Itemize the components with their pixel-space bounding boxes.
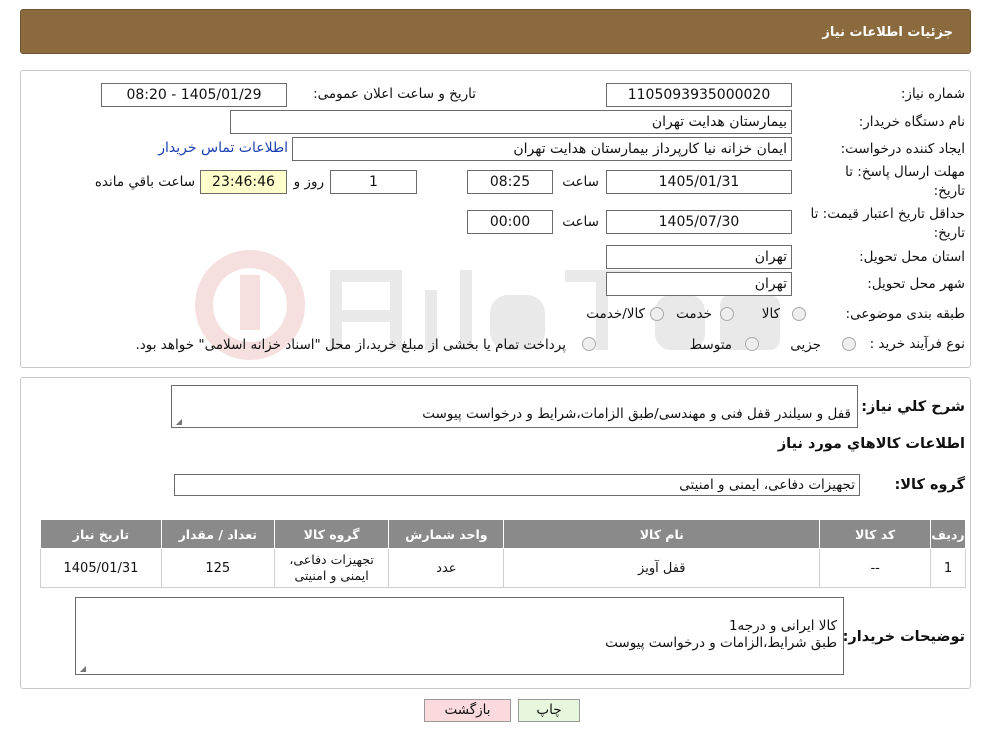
cell-goods-code: -- xyxy=(819,548,932,588)
province-field[interactable]: تهران xyxy=(606,245,792,269)
deadline-label-date: تاریخ: xyxy=(933,183,965,199)
col-goods-name: نام کالا xyxy=(503,519,821,549)
page-header: جزئیات اطلاعات نیاز xyxy=(20,9,971,54)
cell-goods-group: تجهیزات دفاعی، ایمنی و امنیتی xyxy=(273,548,390,588)
purchase-medium-radio[interactable] xyxy=(745,337,759,351)
price-validity-label: حداقل تاریخ اعتبار قیمت: تا xyxy=(810,206,965,222)
deadline-date-field[interactable]: 1405/01/31 xyxy=(606,170,792,194)
purchase-medium-label: متوسط xyxy=(689,337,732,353)
table-row[interactable]: 1 -- قفل آویز عدد تجهیزات دفاعی، ایمنی و… xyxy=(40,548,966,588)
purchase-minor-label: جزیی xyxy=(790,337,821,353)
summary-text: قفل و سیلندر قفل فنی و مهندسی/طبق الزاما… xyxy=(422,406,851,422)
cell-unit: عدد xyxy=(388,548,505,588)
resize-grip-icon[interactable]: ◢ xyxy=(174,418,182,426)
buyer-org-label: نام دستگاه خریدار: xyxy=(858,114,965,130)
cell-need-date: 1405/01/31 xyxy=(40,548,162,588)
category-goods-radio[interactable] xyxy=(792,307,806,321)
col-row-number: ردیف xyxy=(930,519,966,549)
cell-quantity: 125 xyxy=(160,548,275,588)
deadline-time-field[interactable]: 08:25 xyxy=(467,170,553,194)
category-both-radio[interactable] xyxy=(650,307,664,321)
category-label: طبقه بندی موضوعی: xyxy=(845,306,965,322)
buyer-contact-link[interactable]: اطلاعات تماس خریدار xyxy=(158,140,288,156)
print-button[interactable]: چاپ xyxy=(518,699,580,722)
summary-textarea[interactable]: قفل و سیلندر قفل فنی و مهندسی/طبق الزاما… xyxy=(171,385,858,428)
col-quantity: تعداد / مقدار xyxy=(160,519,275,549)
resize-grip-icon[interactable]: ◢ xyxy=(78,665,86,673)
remaining-time-field[interactable]: 23:46:46 xyxy=(200,170,287,194)
remaining-days-field[interactable]: 1 xyxy=(330,170,417,194)
price-validity-date-field[interactable]: 1405/07/30 xyxy=(606,210,792,234)
goods-table-header: ردیف کد کالا نام کالا واحد شمارش گروه کا… xyxy=(40,519,966,549)
buyer-notes-text: کالا ایرانی و درجه1 طبق شرایط،الزامات و … xyxy=(605,618,837,651)
need-number-label: شماره نیاز: xyxy=(900,86,965,102)
col-unit: واحد شمارش xyxy=(388,519,505,549)
purchase-minor-radio[interactable] xyxy=(842,337,856,351)
deadline-label: مهلت ارسال پاسخ: تا xyxy=(845,164,965,180)
col-goods-code: کد کالا xyxy=(819,519,932,549)
price-validity-time-field[interactable]: 00:00 xyxy=(467,210,553,234)
treasury-payment-checkbox[interactable] xyxy=(582,337,596,351)
purchase-type-label: نوع فرآیند خرید : xyxy=(869,336,965,352)
category-both-label: کالا/خدمت xyxy=(586,306,645,322)
buyer-notes-label: توضیحات خریدار: xyxy=(842,629,965,645)
province-label: استان محل تحویل: xyxy=(859,249,965,265)
deadline-time-label: ساعت xyxy=(562,174,599,190)
goods-info-title: اطلاعات کالاهاي مورد نياز xyxy=(777,436,965,452)
remaining-label: ساعت باقي مانده xyxy=(94,174,195,190)
goods-group-field[interactable]: تجهیزات دفاعی، ایمنی و امنیتی xyxy=(174,474,860,496)
goods-table: ردیف کد کالا نام کالا واحد شمارش گروه کا… xyxy=(40,519,966,588)
requester-field[interactable]: ایمان خزانه نیا کارپرداز بیمارستان هدایت… xyxy=(292,137,792,161)
price-validity-label-date: تاریخ: xyxy=(933,225,965,241)
page-title: جزئیات اطلاعات نیاز xyxy=(822,25,953,40)
category-service-label: خدمت xyxy=(676,306,712,322)
summary-label: شرح کلي نياز: xyxy=(861,399,965,415)
city-field[interactable]: تهران xyxy=(606,272,792,296)
col-need-date: تاریخ نیاز xyxy=(40,519,162,549)
day-label: روز و xyxy=(293,174,324,190)
category-service-radio[interactable] xyxy=(720,307,734,321)
need-number-field[interactable]: 1105093935000020 xyxy=(606,83,792,107)
announce-datetime-field[interactable]: 1405/01/29 - 08:20 xyxy=(101,83,287,107)
goods-group-label: گروه کالا: xyxy=(894,477,965,493)
requester-label: ایجاد کننده درخواست: xyxy=(840,141,965,157)
col-goods-group: گروه کالا xyxy=(273,519,390,549)
buyer-org-field[interactable]: بیمارستان هدایت تهران xyxy=(230,110,792,134)
price-validity-time-label: ساعت xyxy=(562,214,599,230)
back-button[interactable]: بازگشت xyxy=(424,699,511,722)
treasury-payment-note: پرداخت تمام یا بخشی از مبلغ خرید،از محل … xyxy=(135,337,566,353)
announce-label: تاریخ و ساعت اعلان عمومی: xyxy=(313,86,476,102)
cell-goods-name: قفل آویز xyxy=(503,548,821,588)
buyer-notes-textarea[interactable]: کالا ایرانی و درجه1 طبق شرایط،الزامات و … xyxy=(75,597,844,675)
category-goods-label: کالا xyxy=(761,306,780,322)
cell-row-number: 1 xyxy=(930,548,966,588)
city-label: شهر محل تحویل: xyxy=(867,276,965,292)
